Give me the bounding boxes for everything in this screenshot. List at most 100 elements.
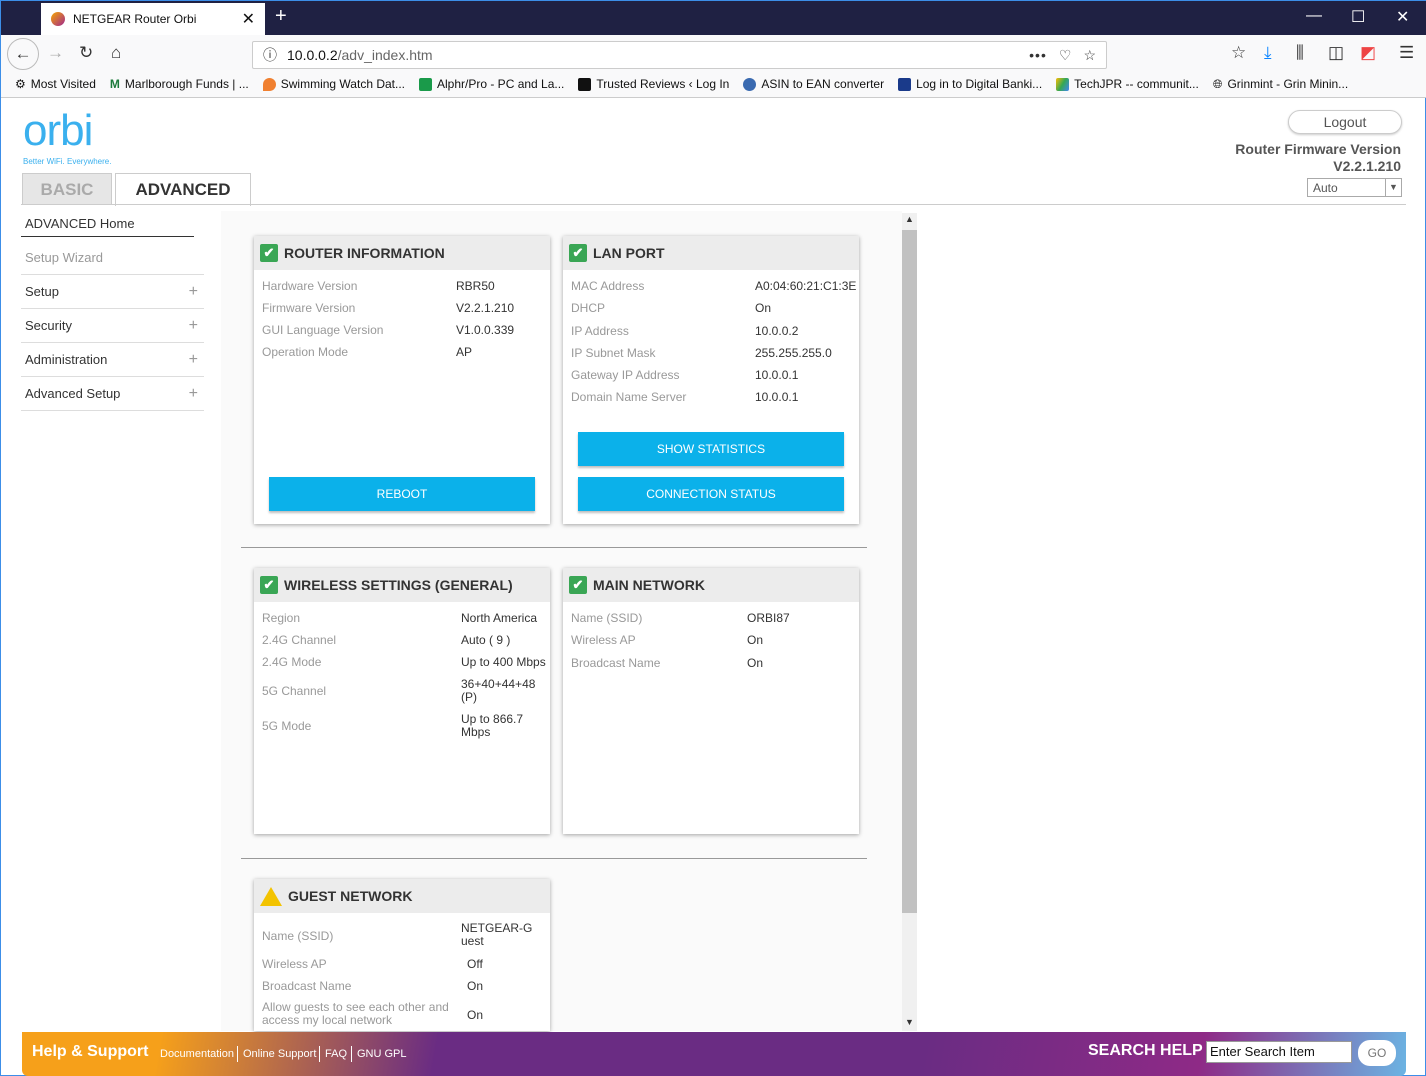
home-icon[interactable]: ⌂ bbox=[111, 43, 121, 63]
bookmark[interactable]: Trusted Reviews ‹ Log In bbox=[578, 77, 729, 91]
go-button[interactable]: GO bbox=[1358, 1040, 1396, 1066]
close-window-icon[interactable]: ✕ bbox=[1396, 7, 1409, 27]
sidebar-item-setup-wizard[interactable]: Setup Wizard bbox=[21, 241, 204, 275]
more-icon[interactable]: ••• bbox=[1029, 47, 1047, 63]
gear-icon: ⚙ bbox=[15, 77, 26, 91]
star-icon[interactable]: ☆ bbox=[1083, 47, 1096, 64]
library-icon[interactable]: ⫼ bbox=[1296, 43, 1304, 63]
bookmark-star-icon[interactable]: ☆ bbox=[1231, 43, 1246, 63]
bookmark[interactable]: Swimming Watch Dat... bbox=[262, 77, 405, 91]
maximize-icon[interactable]: ☐ bbox=[1351, 7, 1365, 27]
card-title: WIRELESS SETTINGS (GENERAL) bbox=[284, 577, 513, 593]
check-icon: ✔ bbox=[569, 244, 587, 262]
connection-status-button[interactable]: CONNECTION STATUS bbox=[578, 477, 844, 511]
field-label: Hardware Version bbox=[262, 279, 358, 293]
field-value: A0:04:60:21:C1:3E bbox=[755, 279, 857, 293]
globe-icon: 🌐︎ bbox=[1212, 76, 1223, 91]
scrollbar-thumb[interactable] bbox=[902, 230, 917, 913]
close-tab-icon[interactable]: ✕ bbox=[242, 9, 255, 29]
info-icon: ⓘ bbox=[263, 47, 277, 63]
field-label: Broadcast Name bbox=[571, 656, 661, 670]
card-header: ✔ ROUTER INFORMATION bbox=[254, 236, 550, 270]
sidebar-item-setup[interactable]: Setup + bbox=[21, 275, 204, 309]
field-value: 255.255.255.0 bbox=[755, 346, 832, 360]
url-host: 10.0.0.2 bbox=[287, 47, 338, 63]
bookmark[interactable]: ASIN to EAN converter bbox=[743, 77, 884, 91]
bookmark-label: Alphr/Pro - PC and La... bbox=[437, 77, 565, 91]
sidebar-item-security[interactable]: Security + bbox=[21, 309, 204, 343]
divider bbox=[351, 1046, 352, 1062]
gnu-gpl-link[interactable]: GNU GPL bbox=[357, 1048, 407, 1060]
field-label: MAC Address bbox=[571, 279, 645, 293]
bookmark-label: TechJPR -- communit... bbox=[1074, 77, 1199, 91]
menu-icon[interactable]: ☰ bbox=[1399, 43, 1414, 63]
extension-icon[interactable]: ◩ bbox=[1360, 43, 1376, 63]
back-icon[interactable]: ← bbox=[7, 38, 39, 70]
bookmark[interactable]: M Marlborough Funds | ... bbox=[110, 77, 249, 91]
field-label: 2.4G Channel bbox=[262, 633, 337, 647]
scroll-down-icon[interactable]: ▼ bbox=[905, 1017, 914, 1027]
tab-basic[interactable]: BASIC bbox=[22, 173, 112, 205]
language-select[interactable]: Auto ▼ bbox=[1307, 178, 1402, 197]
drive-icon bbox=[1056, 77, 1070, 91]
tab-advanced[interactable]: ADVANCED bbox=[115, 173, 251, 206]
main-network-card: ✔ MAIN NETWORK Name (SSID) ORBI87 Wireless… bbox=[563, 568, 859, 834]
documentation-link[interactable]: Documentation bbox=[160, 1048, 234, 1060]
reload-icon[interactable]: ↻ bbox=[79, 43, 93, 63]
bookmark[interactable]: TechJPR -- communit... bbox=[1056, 77, 1199, 91]
field-label: IP Address bbox=[571, 324, 629, 338]
sidebar-item-advanced-setup[interactable]: Advanced Setup + bbox=[21, 377, 204, 411]
field-value: 10.0.0.1 bbox=[755, 368, 799, 382]
bookmarks-bar: ⚙ Most Visited M Marlborough Funds | ... S… bbox=[1, 71, 1426, 98]
field-value: Up to 866.7 Mbps bbox=[461, 712, 524, 739]
logout-button[interactable]: Logout bbox=[1288, 110, 1402, 134]
show-statistics-button[interactable]: SHOW STATISTICS bbox=[578, 432, 844, 466]
field-value: On bbox=[467, 979, 484, 993]
sidebar-item-administration[interactable]: Administration + bbox=[21, 343, 204, 377]
firmware-info: Router Firmware Version V2.2.1.210 bbox=[1235, 141, 1401, 175]
sidebar-icon[interactable]: ◫ bbox=[1328, 43, 1344, 63]
field-value: On bbox=[755, 301, 772, 315]
search-help-input[interactable]: Enter Search Item bbox=[1206, 1041, 1352, 1063]
forward-icon[interactable]: → bbox=[47, 43, 64, 63]
field-value: RBR50 bbox=[456, 279, 495, 293]
search-help-label: SEARCH HELP bbox=[1088, 1042, 1203, 1059]
reboot-button[interactable]: REBOOT bbox=[269, 477, 535, 511]
lan-port-card: ✔ LAN PORT MAC Address A0:04:60:21:C1:3E D… bbox=[563, 236, 859, 524]
sidebar-item-label: Administration bbox=[25, 352, 108, 367]
field-label: Wireless AP bbox=[571, 633, 636, 647]
sidebar-item-advanced-home[interactable]: ADVANCED Home bbox=[21, 211, 194, 237]
faq-link[interactable]: FAQ bbox=[325, 1048, 347, 1060]
field-label: Wireless AP bbox=[262, 957, 327, 971]
bookmark-label: Trusted Reviews ‹ Log In bbox=[596, 77, 730, 91]
divider bbox=[21, 204, 1406, 205]
browser-tab[interactable]: NETGEAR Router Orbi ✕ bbox=[41, 3, 265, 35]
bookmark[interactable]: Log in to Digital Banki... bbox=[898, 77, 1042, 91]
field-value: 10.0.0.2 bbox=[755, 324, 799, 338]
netgear-favicon-icon bbox=[51, 12, 65, 26]
field-label: DHCP bbox=[571, 301, 606, 315]
alphr-icon bbox=[419, 77, 432, 91]
download-icon[interactable]: ⤓ bbox=[1264, 43, 1272, 63]
divider bbox=[241, 858, 867, 859]
card-header: ✔ MAIN NETWORK bbox=[563, 568, 859, 602]
bookmark[interactable]: 🌐︎ Grinmint - Grin Minin... bbox=[1213, 77, 1348, 92]
card-header: ✔ WIRELESS SETTINGS (GENERAL) bbox=[254, 568, 550, 602]
minimize-icon[interactable]: — bbox=[1306, 7, 1322, 25]
bookmark[interactable]: ⚙ Most Visited bbox=[15, 77, 96, 91]
field-label: GUI Language Version bbox=[262, 323, 384, 337]
field-value: On bbox=[747, 633, 764, 647]
tagline: Better WiFi. Everywhere. bbox=[23, 157, 112, 166]
bookmark[interactable]: Alphr/Pro - PC and La... bbox=[419, 77, 564, 91]
online-support-link[interactable]: Online Support bbox=[243, 1048, 316, 1060]
field-label: Operation Mode bbox=[262, 345, 349, 359]
url-path: /adv_index.htm bbox=[337, 47, 433, 63]
field-value: Up to 400 Mbps bbox=[461, 655, 546, 669]
url-bar[interactable]: ⓘ 10.0.0.2/adv_index.htm ••• ♡ ☆ bbox=[252, 41, 1107, 69]
pocket-icon[interactable]: ♡ bbox=[1059, 47, 1072, 64]
bookmark-label: ASIN to EAN converter bbox=[761, 77, 885, 91]
new-tab-icon[interactable]: + bbox=[275, 5, 287, 28]
field-value: North America bbox=[461, 611, 538, 625]
field-label: Name (SSID) bbox=[262, 929, 334, 943]
scroll-up-icon[interactable]: ▲ bbox=[905, 214, 914, 224]
